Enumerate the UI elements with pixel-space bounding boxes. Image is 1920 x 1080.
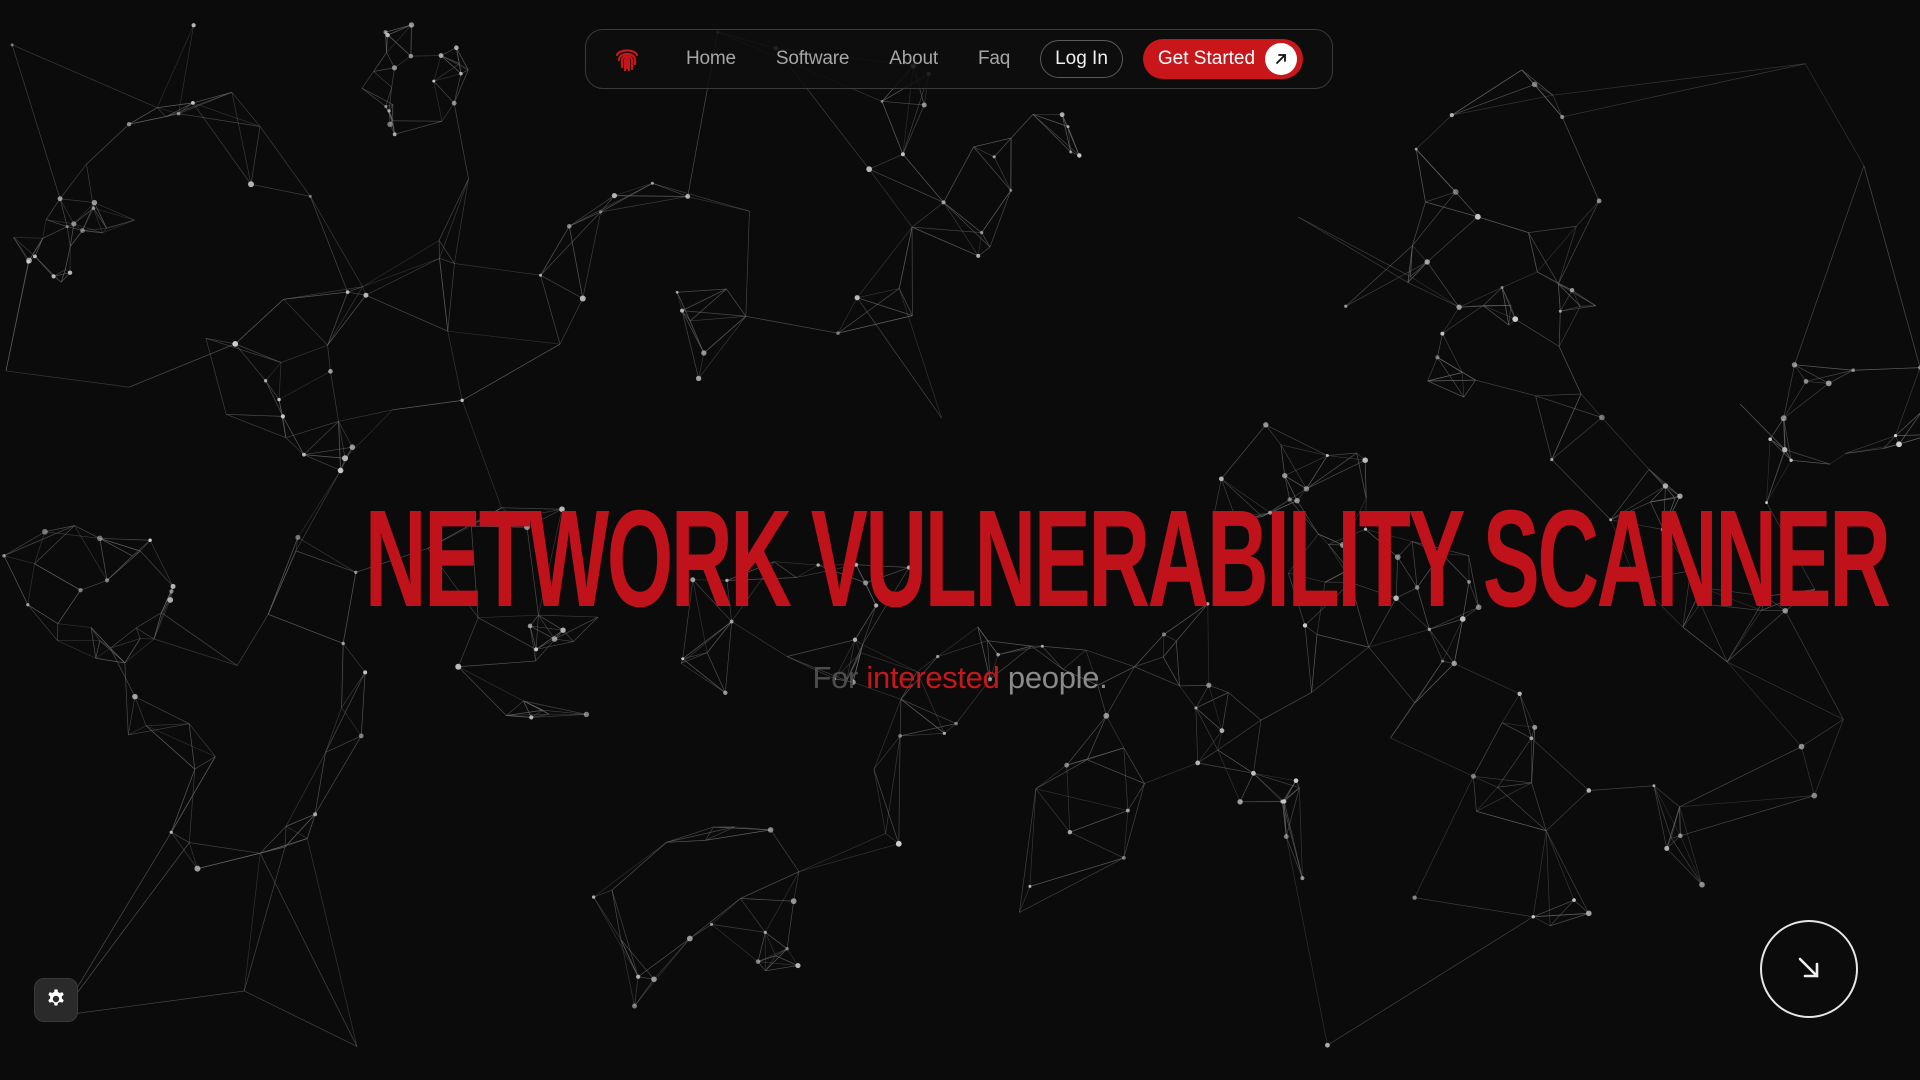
settings-button[interactable] [34, 978, 78, 1022]
fingerprint-icon[interactable] [612, 44, 642, 74]
arrow-up-right-icon [1265, 43, 1298, 75]
nav-link-about[interactable]: About [889, 48, 938, 70]
login-button[interactable]: Log In [1040, 40, 1123, 78]
nav-link-home[interactable]: Home [686, 48, 736, 70]
subtitle-accent: interested [866, 660, 1000, 695]
scroll-down-button[interactable] [1760, 920, 1858, 1018]
top-navigation: Home Software About Faq Log In Get Start… [585, 29, 1333, 89]
hero-subtitle: For interested people. [0, 660, 1920, 696]
nav-link-faq[interactable]: Faq [978, 48, 1010, 70]
arrow-down-right-icon [1794, 953, 1824, 986]
landing-page: Home Software About Faq Log In Get Start… [0, 0, 1920, 1080]
hero-title: NETWORK VULNERABILITY SCANNER [364, 482, 1891, 636]
get-started-label: Get Started [1157, 48, 1256, 69]
login-label: Log In [1055, 48, 1108, 69]
subtitle-prefix: For [812, 660, 859, 695]
nav-link-software[interactable]: Software [776, 48, 850, 70]
gear-icon [45, 988, 67, 1013]
get-started-button[interactable]: Get Started [1142, 39, 1304, 79]
subtitle-suffix: people. [1007, 660, 1108, 695]
